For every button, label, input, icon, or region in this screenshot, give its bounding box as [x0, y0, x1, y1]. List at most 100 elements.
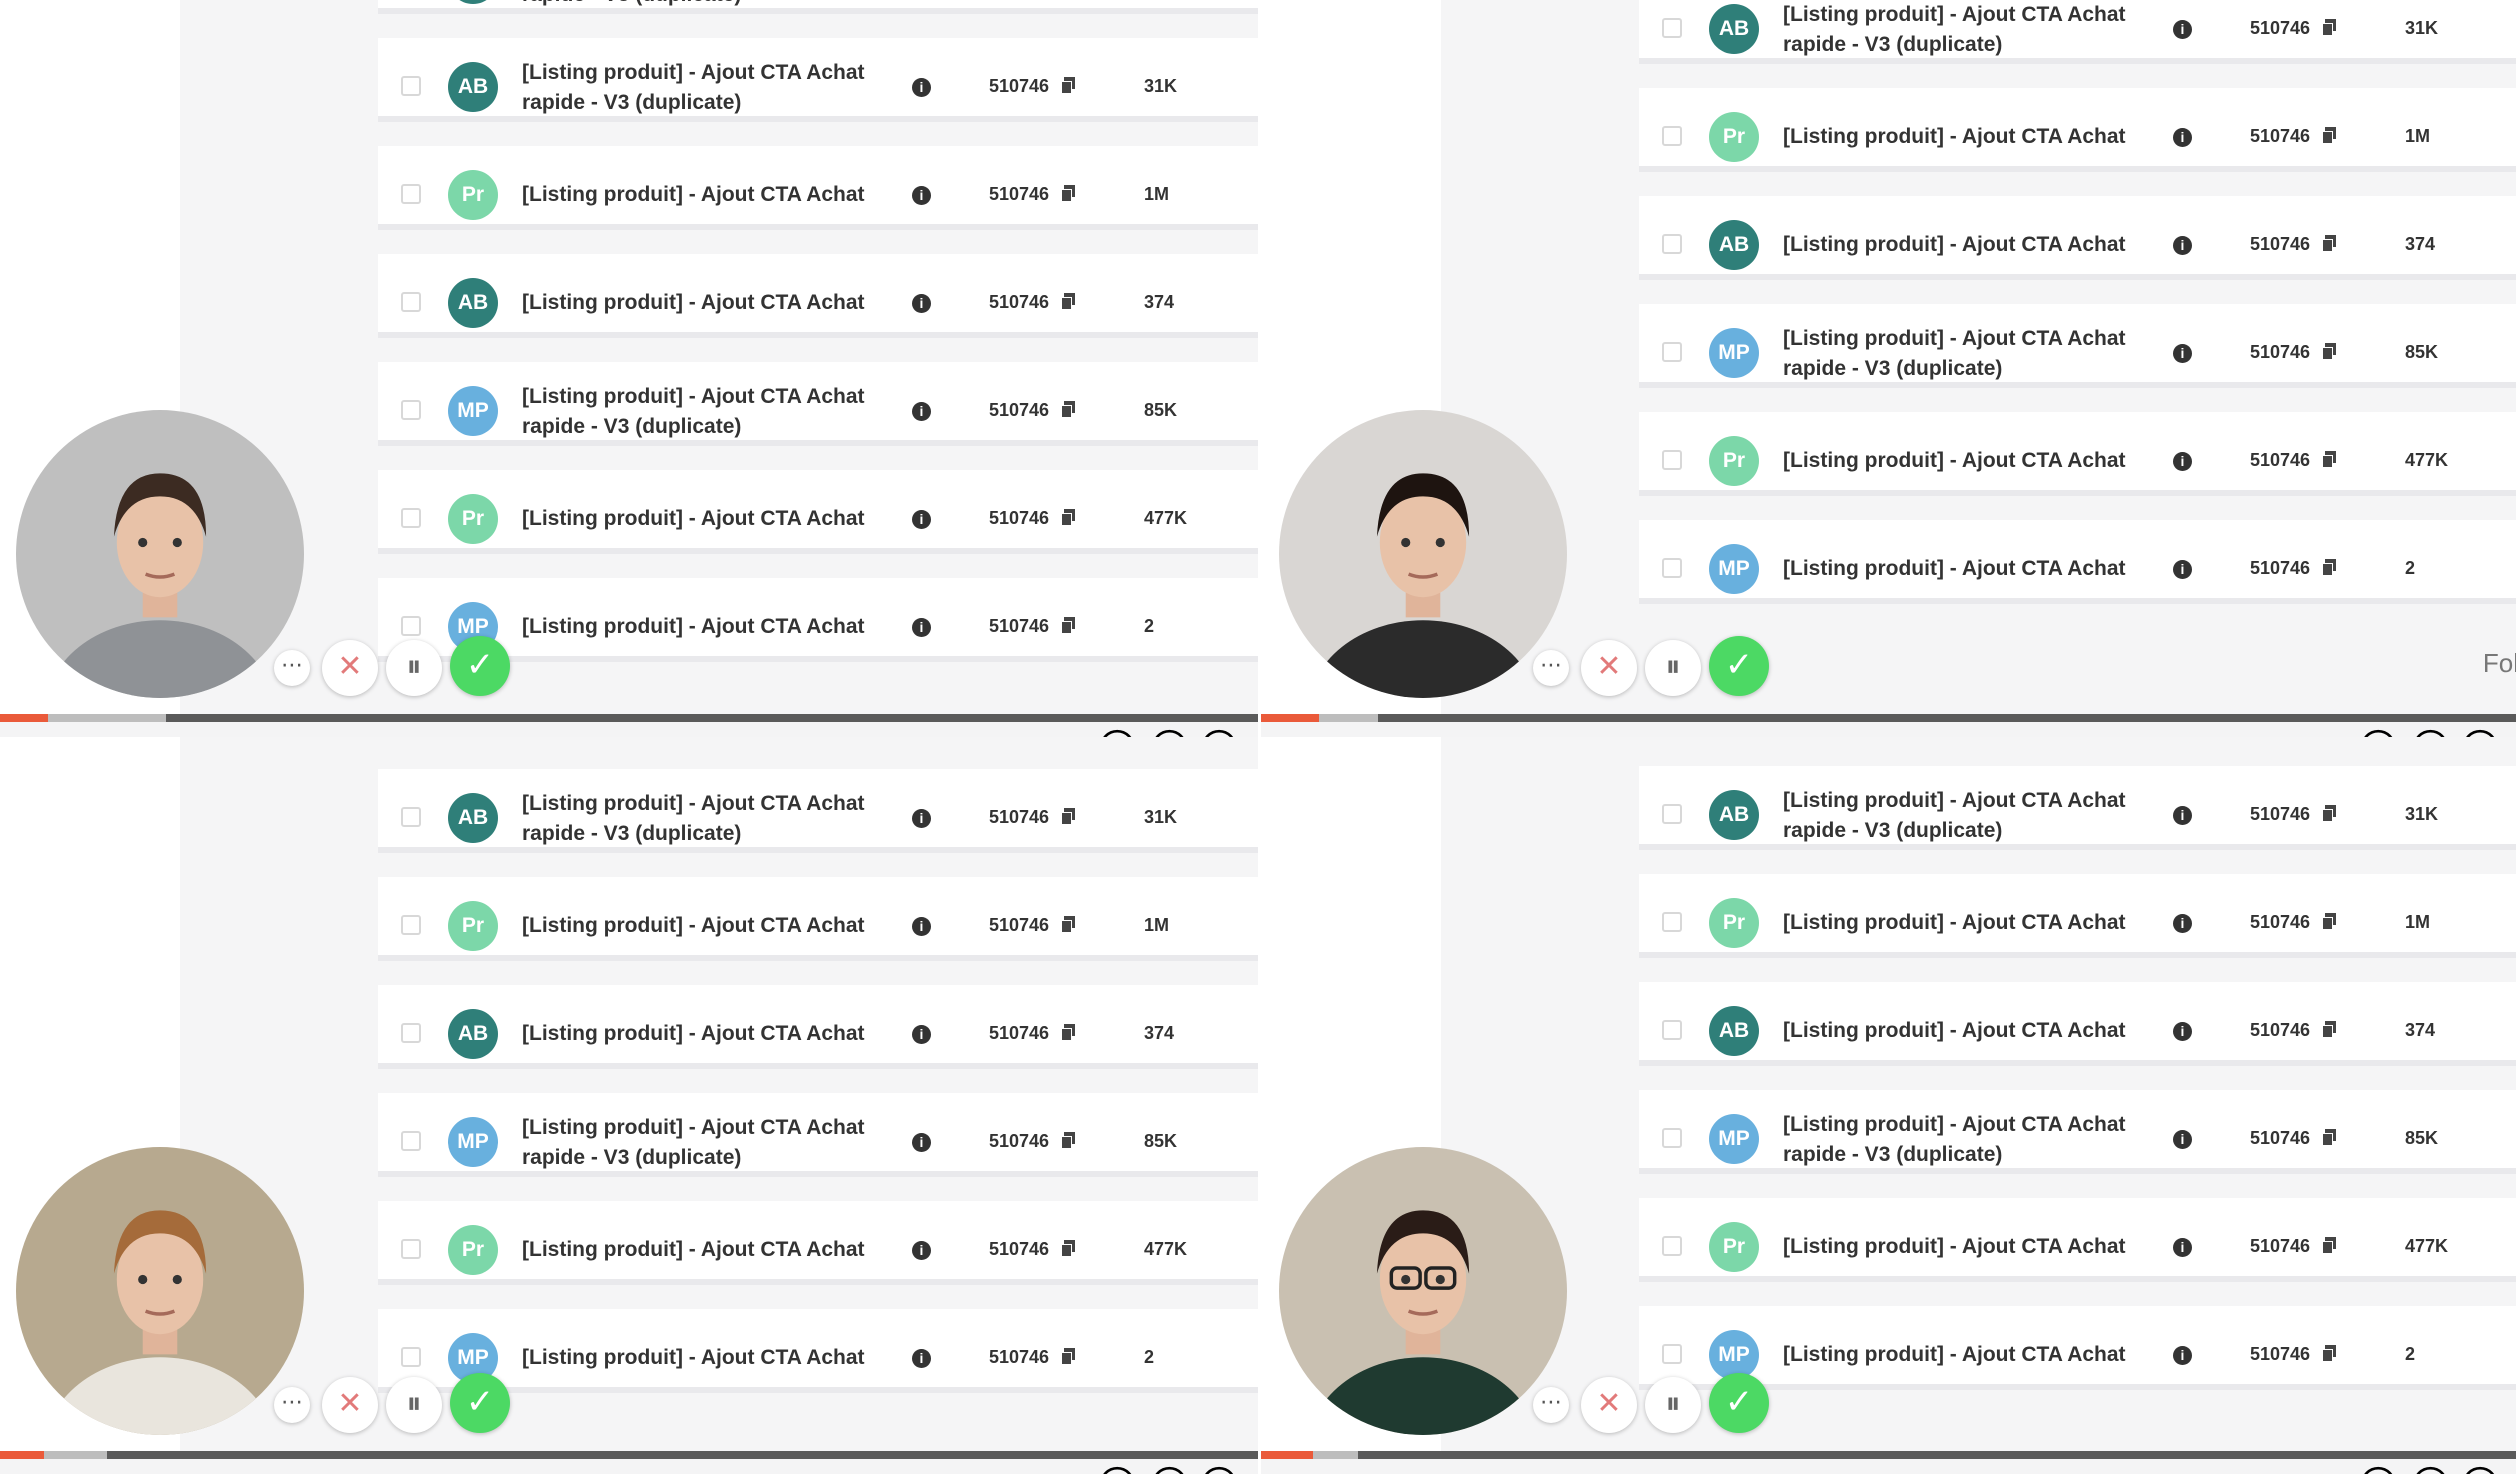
copy-icon[interactable] [2322, 1237, 2336, 1254]
experiment-title[interactable]: [Listing produit] - Ajout CTA Achat rapi… [522, 789, 872, 849]
info-icon[interactable]: i [2173, 1130, 2192, 1149]
copy-icon[interactable] [2322, 451, 2336, 468]
info-icon[interactable]: i [2173, 560, 2192, 579]
table-row[interactable]: MP [Listing produit] - Ajout CTA Achat r… [1639, 304, 2516, 388]
copy-icon[interactable] [1061, 77, 1075, 94]
row-checkbox[interactable] [401, 1023, 421, 1043]
experiment-title[interactable]: [Listing produit] - Ajout CTA Achat [1783, 1340, 2133, 1370]
table-row[interactable]: Pr [Listing produit] - Ajout CTA Achat i… [1639, 412, 2516, 496]
copy-icon[interactable] [1061, 1024, 1075, 1041]
copy-icon[interactable] [2322, 235, 2336, 252]
experiment-title[interactable]: [Listing produit] - Ajout CTA Achat [1783, 554, 2133, 584]
experiment-title[interactable]: [Listing produit] - Ajout CTA Achat [1783, 122, 2133, 152]
close-button[interactable]: ✕ [1581, 640, 1637, 696]
close-button[interactable]: ✕ [322, 640, 378, 696]
copy-icon[interactable] [1061, 1240, 1075, 1257]
close-button[interactable]: ✕ [1581, 1377, 1637, 1433]
row-checkbox[interactable] [401, 616, 421, 636]
more-options-button[interactable]: ⋯ [1533, 1387, 1569, 1423]
playback-progress-bar[interactable] [0, 714, 1258, 722]
playback-progress-bar[interactable] [1261, 1451, 2516, 1459]
row-checkbox[interactable] [1662, 558, 1682, 578]
experiment-title[interactable]: [Listing produit] - Ajout CTA Achat [522, 180, 872, 210]
row-checkbox[interactable] [1662, 1344, 1682, 1364]
info-icon[interactable]: i [2173, 1022, 2192, 1041]
experiment-title[interactable]: [Listing produit] - Ajout CTA Achat rapi… [522, 0, 872, 10]
info-icon[interactable]: i [912, 809, 931, 828]
row-checkbox[interactable] [1662, 450, 1682, 470]
reaction-emojis[interactable]: 😂😍😮 [2355, 726, 2509, 737]
copy-icon[interactable] [1061, 617, 1075, 634]
info-icon[interactable]: i [2173, 1346, 2192, 1365]
experiment-title[interactable]: [Listing produit] - Ajout CTA Achat rapi… [522, 1113, 872, 1173]
copy-icon[interactable] [1061, 509, 1075, 526]
info-icon[interactable]: i [2173, 236, 2192, 255]
copy-icon[interactable] [1061, 1132, 1075, 1149]
table-row[interactable]: AB [Listing produit] - Ajout CTA Achat r… [378, 38, 1258, 122]
experiment-title[interactable]: [Listing produit] - Ajout CTA Achat [522, 1343, 872, 1373]
copy-icon[interactable] [2322, 1345, 2336, 1362]
experiment-title[interactable]: [Listing produit] - Ajout CTA Achat [522, 1019, 872, 1049]
table-row[interactable]: MP [Listing produit] - Ajout CTA Achat i… [1639, 520, 2516, 604]
experiment-title[interactable]: [Listing produit] - Ajout CTA Achat [522, 911, 872, 941]
table-row[interactable]: MP [Listing produit] - Ajout CTA Achat r… [378, 362, 1258, 446]
row-checkbox[interactable] [1662, 18, 1682, 38]
done-button[interactable]: ✓ [450, 636, 510, 696]
playback-progress-bar[interactable] [0, 1451, 1258, 1459]
info-icon[interactable]: i [912, 1025, 931, 1044]
table-row[interactable]: Pr [Listing produit] - Ajout CTA Achat i… [378, 877, 1258, 961]
table-row[interactable]: AB [Listing produit] - Ajout CTA Achat r… [378, 0, 1258, 14]
experiment-title[interactable]: [Listing produit] - Ajout CTA Achat rapi… [1783, 786, 2133, 846]
table-row[interactable]: Pr [Listing produit] - Ajout CTA Achat i… [1639, 874, 2516, 958]
row-checkbox[interactable] [401, 1131, 421, 1151]
info-icon[interactable]: i [2173, 344, 2192, 363]
row-checkbox[interactable] [401, 508, 421, 528]
info-icon[interactable]: i [912, 1241, 931, 1260]
copy-icon[interactable] [1061, 916, 1075, 933]
experiment-title[interactable]: [Listing produit] - Ajout CTA Achat rapi… [1783, 324, 2133, 384]
experiment-title[interactable]: [Listing produit] - Ajout CTA Achat [522, 1235, 872, 1265]
copy-icon[interactable] [1061, 401, 1075, 418]
row-checkbox[interactable] [1662, 1236, 1682, 1256]
done-button[interactable]: ✓ [1709, 636, 1769, 696]
table-row[interactable]: AB [Listing produit] - Ajout CTA Achat r… [378, 769, 1258, 853]
pause-button[interactable]: ⏸ [386, 1377, 442, 1433]
copy-icon[interactable] [1061, 808, 1075, 825]
table-row[interactable]: AB [Listing produit] - Ajout CTA Achat i… [1639, 196, 2516, 280]
row-checkbox[interactable] [1662, 234, 1682, 254]
copy-icon[interactable] [2322, 127, 2336, 144]
row-checkbox[interactable] [401, 400, 421, 420]
row-checkbox[interactable] [401, 76, 421, 96]
table-row[interactable]: AB [Listing produit] - Ajout CTA Achat r… [1639, 766, 2516, 850]
table-row[interactable]: Pr [Listing produit] - Ajout CTA Achat i… [378, 146, 1258, 230]
experiment-title[interactable]: [Listing produit] - Ajout CTA Achat [1783, 908, 2133, 938]
info-icon[interactable]: i [912, 186, 931, 205]
reaction-emojis[interactable]: 😂😍😮 [2355, 1463, 2509, 1474]
info-icon[interactable]: i [912, 1133, 931, 1152]
info-icon[interactable]: i [912, 1349, 931, 1368]
experiment-title[interactable]: [Listing produit] - Ajout CTA Achat rapi… [1783, 1110, 2133, 1170]
experiment-title[interactable]: [Listing produit] - Ajout CTA Achat [522, 612, 872, 642]
copy-icon[interactable] [1061, 1348, 1075, 1365]
copy-icon[interactable] [2322, 1129, 2336, 1146]
reaction-emojis[interactable]: 😂😍😮 [1094, 726, 1248, 737]
table-row[interactable]: AB [Listing produit] - Ajout CTA Achat r… [1639, 0, 2516, 64]
close-button[interactable]: ✕ [322, 1377, 378, 1433]
info-icon[interactable]: i [912, 402, 931, 421]
info-icon[interactable]: i [2173, 1238, 2192, 1257]
copy-icon[interactable] [2322, 805, 2336, 822]
info-icon[interactable]: i [912, 618, 931, 637]
row-checkbox[interactable] [401, 915, 421, 935]
table-row[interactable]: AB [Listing produit] - Ajout CTA Achat i… [378, 985, 1258, 1069]
copy-icon[interactable] [2322, 913, 2336, 930]
experiment-title[interactable]: [Listing produit] - Ajout CTA Achat [1783, 230, 2133, 260]
row-checkbox[interactable] [1662, 1128, 1682, 1148]
copy-icon[interactable] [2322, 19, 2336, 36]
experiment-title[interactable]: [Listing produit] - Ajout CTA Achat [522, 504, 872, 534]
copy-icon[interactable] [2322, 559, 2336, 576]
done-button[interactable]: ✓ [1709, 1373, 1769, 1433]
row-checkbox[interactable] [401, 184, 421, 204]
table-row[interactable]: Pr [Listing produit] - Ajout CTA Achat i… [1639, 1198, 2516, 1282]
table-row[interactable]: MP [Listing produit] - Ajout CTA Achat i… [1639, 1306, 2516, 1390]
pause-button[interactable]: ⏸ [1645, 640, 1701, 696]
